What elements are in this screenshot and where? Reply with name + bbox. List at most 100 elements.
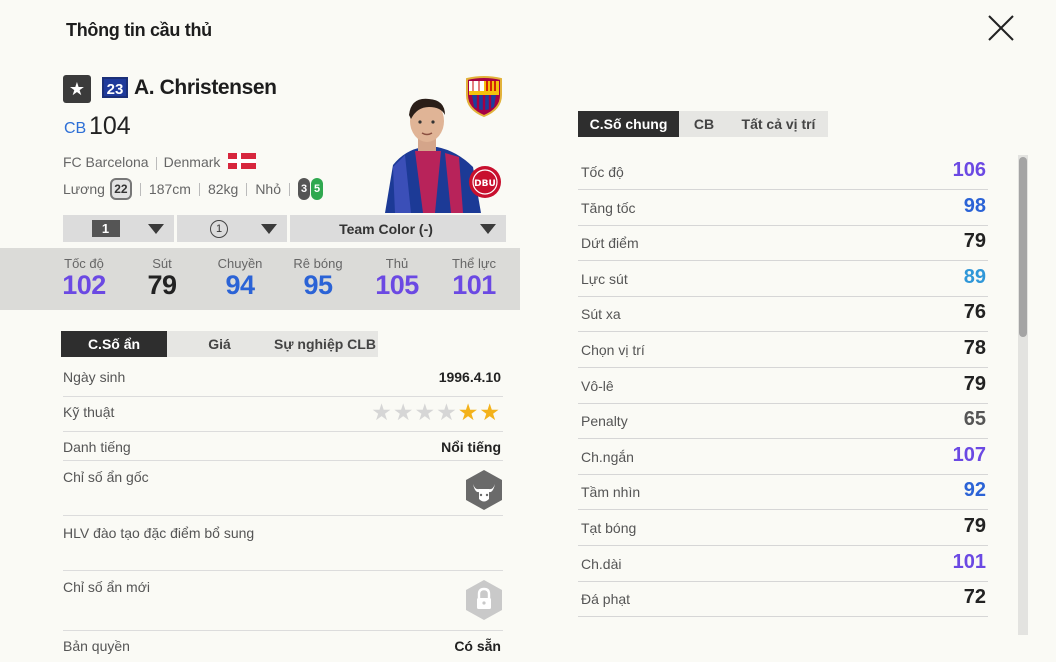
main-stat: Thể lực 101 [451, 256, 497, 300]
stat-value: 89 [963, 265, 986, 288]
page-title: Thông tin cầu thủ [66, 20, 212, 40]
stat-value: 79 [963, 230, 986, 253]
stat-value: 101 [952, 550, 986, 573]
fame-row: Danh tiếng Nổi tiếng [63, 439, 503, 461]
stat-value: 79 [963, 372, 986, 395]
strong-foot: 5 [311, 178, 323, 200]
stat-value: 76 [963, 301, 986, 324]
stat-label: Lực sút [581, 270, 628, 287]
coach-traits-row: HLV đào tạo đặc điểm bổ sung [63, 525, 503, 571]
team-color-value: Team Color (-) [339, 220, 433, 237]
tab-position-cb[interactable]: CB [679, 111, 729, 137]
player-physical: Lương 22 187cm 82kg Nhỏ 3 5 [63, 178, 323, 200]
body-type: Nhỏ [255, 181, 281, 197]
stat-row: Penalty 65 [578, 403, 988, 440]
stat-row: Vô-lê 79 [578, 368, 988, 404]
height: 187cm [148, 181, 191, 197]
dropdown-arrow-icon [261, 224, 277, 234]
upgrade-select[interactable]: 1 [177, 215, 287, 242]
stat-value: 92 [963, 479, 986, 502]
player-club-nation: FC Barcelona Denmark [63, 153, 257, 170]
salary-label: Lương [63, 181, 105, 197]
dropdown-arrow-icon [480, 224, 496, 234]
birth-date: 1996.4.10 [438, 369, 501, 385]
club-name: FC Barcelona [63, 154, 149, 170]
stat-value: 107 [952, 443, 986, 466]
nation-name: Denmark [163, 154, 221, 170]
upgrade-value: 1 [210, 219, 228, 238]
skill-stars: ★★★★★★ [371, 399, 501, 426]
stat-row: Tốc độ 106 [578, 154, 988, 190]
star-empty-icon: ★ [392, 399, 415, 425]
new-traits-row: Chỉ số ẩn mới [63, 579, 503, 631]
svg-text:DBU: DBU [474, 179, 496, 189]
dropdown-arrow-icon [148, 224, 164, 234]
stat-row: Chọn vị trí 78 [578, 332, 988, 368]
tab-hidden-stats[interactable]: C.Số ẩn [61, 331, 167, 357]
favorite-star-icon[interactable]: ★ [63, 75, 91, 103]
star-filled-icon: ★ [457, 399, 480, 425]
stat-label: Chọn vị trí [581, 342, 645, 358]
birth-row: Ngày sinh 1996.4.10 [63, 369, 503, 397]
stat-label: Tốc độ [581, 164, 624, 180]
star-filled-icon: ★ [479, 399, 501, 425]
weak-foot: 3 [298, 178, 310, 200]
stat-row: Tăng tốc 98 [578, 190, 988, 226]
stat-row: Dứt điểm 79 [578, 225, 988, 262]
stat-value: 72 [963, 586, 986, 609]
scrollbar-thumb[interactable] [1019, 157, 1027, 337]
stat-value: 78 [963, 337, 986, 359]
player-number: 23 [102, 77, 128, 98]
main-stat: Tốc độ 102 [62, 256, 106, 300]
stat-label: Tầm nhìn [581, 484, 641, 501]
origin-traits-row: Chỉ số ẩn gốc [63, 469, 503, 516]
stat-label: Penalty [581, 413, 628, 430]
stat-label: Ch.dài [581, 555, 622, 572]
stat-row: Tầm nhìn 92 [578, 474, 988, 511]
bull-icon[interactable] [465, 469, 503, 511]
stat-row: Tạt bóng 79 [578, 510, 988, 546]
stat-label: Ch.ngắn [581, 448, 634, 465]
star-empty-icon: ★ [414, 399, 437, 425]
stat-label: Đá phạt [581, 591, 631, 608]
hidden-stats-tabs: C.Số ẩn Giá Sự nghiệp CLB [61, 331, 378, 357]
level-select[interactable]: 1 [63, 215, 174, 242]
stat-row: Ch.dài 101 [578, 546, 988, 582]
skill-row: Kỹ thuật ★★★★★★ [63, 399, 503, 432]
tab-all-positions[interactable]: Tất cả vị trí [729, 111, 828, 137]
main-stat: Thủ 105 [375, 256, 419, 300]
star-empty-icon: ★ [436, 399, 458, 425]
player-name: A. Christensen [134, 76, 277, 99]
stat-label: Tăng tốc [581, 199, 636, 216]
stat-row: Lực sút 89 [578, 261, 988, 297]
stat-row: Đá phạt 72 [578, 581, 988, 618]
tab-general-stats[interactable]: C.Số chung [578, 111, 679, 137]
stat-label: Sút xa [581, 306, 621, 323]
stat-label: Vô-lê [581, 377, 614, 394]
stat-row: Sút xa 76 [578, 296, 988, 333]
rights-value: Có sẵn [454, 638, 501, 654]
star-empty-icon: ★ [371, 399, 393, 425]
main-stat: Chuyền 94 [217, 256, 263, 300]
player-position: CB [64, 120, 87, 137]
detail-stats-tabs: C.Số chung CB Tất cả vị trí [578, 111, 828, 137]
dbu-badge-icon: DBU [469, 166, 501, 198]
stat-label: Tạt bóng [581, 520, 637, 536]
tab-price[interactable]: Giá [167, 331, 272, 357]
stat-label: Dứt điểm [581, 235, 639, 252]
fame-value: Nổi tiếng [441, 439, 501, 455]
salary-badge: 22 [109, 178, 132, 200]
close-icon[interactable] [985, 12, 1017, 44]
lock-icon[interactable] [465, 579, 503, 621]
tab-club-career[interactable]: Sự nghiệp CLB [272, 331, 378, 357]
main-stat: Sút 79 [147, 256, 177, 300]
level-value: 1 [91, 220, 120, 237]
stat-row: Ch.ngắn 107 [578, 439, 988, 475]
stat-value: 79 [963, 515, 986, 537]
team-color-select[interactable]: Team Color (-) [290, 215, 506, 242]
player-ovr: 104 [89, 112, 131, 140]
main-stat: Rê bóng 95 [293, 256, 343, 300]
denmark-flag-icon [228, 153, 257, 169]
stat-value: 106 [952, 159, 986, 181]
fc-barcelona-crest-icon [466, 76, 502, 117]
